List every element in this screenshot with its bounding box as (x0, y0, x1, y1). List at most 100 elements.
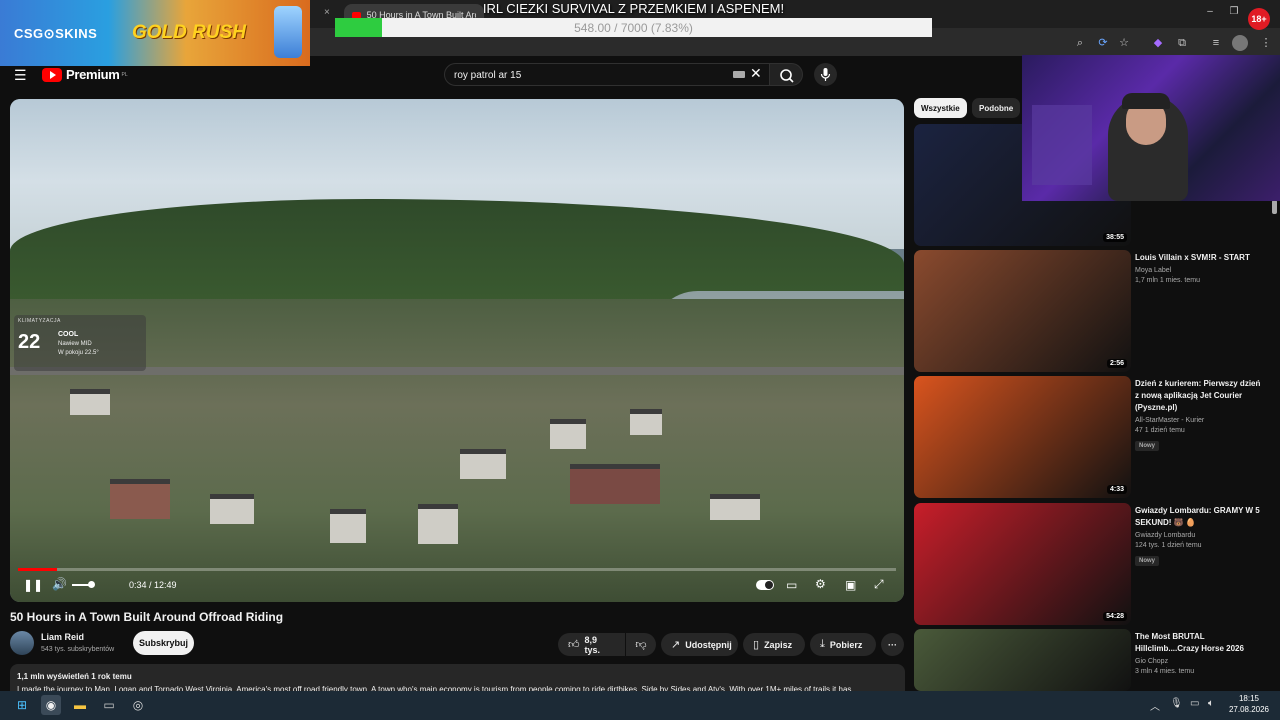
channel-name[interactable]: Liam Reid (41, 632, 84, 642)
browser-menu-icon[interactable]: ⋮ (1258, 35, 1274, 51)
description-box[interactable]: 1,1 mln wyświetleń 1 rok temu I made the… (10, 664, 905, 694)
maximize-button[interactable]: ❐ (1224, 6, 1244, 17)
chip-all[interactable]: Wszystkie (914, 98, 967, 118)
youtube-premium-logo[interactable]: Premium PL (42, 67, 128, 82)
new-badge: Nowy (1135, 556, 1160, 566)
search-icon (780, 69, 794, 83)
file-explorer-icon[interactable]: ▬ (70, 695, 90, 715)
sponsor-banner: CSG⊙SKINS GOLD RUSH (0, 0, 310, 66)
video-duration: 38:55 (1103, 233, 1127, 242)
related-video-title[interactable]: Dzień z kurierem: Pierwszy dzień z nową … (1135, 378, 1265, 414)
video-meta: Dzień z kurierem: Pierwszy dzień z nową … (1135, 378, 1265, 452)
video-meta: Louis Villain x SVM!R - START Moya Label 1… (1135, 252, 1265, 284)
related-video-title[interactable]: Louis Villain x SVM!R - START (1135, 252, 1265, 264)
related-video-card[interactable]: 54:28 Gwiazdy Lombardu: GRAMY W 5 SEKUND!… (914, 503, 1274, 625)
climate-mode: COOL (58, 331, 79, 338)
chrome-taskbar-icon[interactable]: ◉ (41, 695, 61, 715)
tray-chevron-icon[interactable]: ︿ (1150, 698, 1160, 713)
search-button[interactable] (769, 63, 803, 86)
related-video-views: 47 (1135, 427, 1143, 434)
save-button[interactable]: ▯ Zapisz (743, 633, 805, 656)
settings-gear-icon[interactable]: ⚙ (815, 577, 826, 591)
video-player[interactable]: KLIMATYZACJA 22 COOL Nawiew MID W pokoju… (10, 99, 904, 602)
related-video-channel[interactable]: All-StarMaster - Kurier (1135, 417, 1265, 424)
related-video-card[interactable]: The Most BRUTAL Hillclimb....Crazy Horse… (914, 629, 1274, 691)
goal-bar: 548.00 / 7000 (7.83%) (335, 18, 932, 37)
related-video-card[interactable]: 4:33 Dzień z kurierem: Pierwszy dzień z n… (914, 376, 1274, 498)
system-clock[interactable]: 18:15 27.08.2026 (1226, 693, 1272, 715)
search-input[interactable] (454, 67, 714, 83)
related-video-stats: 3 mln 4 mies. temu (1135, 668, 1265, 675)
related-video-age: 1 dzień temu (1161, 542, 1202, 549)
pause-icon[interactable]: ❚❚ (23, 578, 43, 592)
profile-avatar-icon[interactable] (1232, 35, 1248, 51)
speaker-icon[interactable]: 🔈︎ (1208, 698, 1214, 709)
related-video-channel[interactable]: Moya Label (1135, 267, 1265, 274)
like-button[interactable]: 👍︎ 8,9 tys. (558, 633, 625, 656)
dislike-button[interactable]: 👎︎ (626, 633, 656, 656)
download-button[interactable]: ⤓ Pobierz (810, 633, 876, 656)
translate-icon[interactable]: ⟳ (1095, 35, 1111, 51)
related-video-views: 3 mln (1135, 668, 1153, 675)
puzzle-icon[interactable]: ⧉ (1174, 35, 1190, 51)
video-thumbnail[interactable]: 2:56 (914, 250, 1131, 372)
chip-related[interactable]: Podobne (972, 98, 1021, 118)
climate-fan: Nawiew MID (58, 341, 92, 347)
extension-icon[interactable]: ◆ (1150, 35, 1166, 51)
video-thumbnail[interactable] (914, 629, 1131, 691)
more-actions-button[interactable]: ··· (881, 633, 904, 656)
bookmark-star-icon[interactable]: ☆ (1116, 35, 1132, 51)
related-video-stats: 47 1 dzień temu (1135, 427, 1265, 434)
obs-icon[interactable]: ◎ (128, 695, 148, 715)
sidebar-scrollbar[interactable] (1272, 200, 1277, 214)
miniplayer-icon[interactable]: ▣ (845, 578, 856, 592)
related-video-title[interactable]: The Most BRUTAL Hillclimb....Crazy Horse… (1135, 631, 1265, 655)
related-video-age: 1 mies. temu (1159, 277, 1200, 284)
climate-widget: KLIMATYZACJA 22 COOL Nawiew MID W pokoju… (14, 315, 146, 371)
hamburger-menu-icon[interactable]: ☰ (14, 67, 27, 84)
new-badge: Nowy (1135, 441, 1160, 451)
subtitles-icon[interactable]: ▭ (786, 578, 797, 592)
related-video-title[interactable]: Gwiazdy Lombardu: GRAMY W 5 SEKUND! 🐻 🥚 (1135, 505, 1265, 529)
microphone-icon (820, 68, 831, 81)
keyboard-icon[interactable] (733, 71, 745, 78)
tab-close-icon[interactable]: × (324, 7, 330, 18)
autoplay-toggle[interactable] (756, 580, 774, 590)
video-house (460, 449, 506, 479)
related-video-card[interactable]: 2:56 Louis Villain x SVM!R - START Moya La… (914, 250, 1274, 372)
reading-list-icon[interactable]: ≡ (1208, 35, 1224, 51)
more-icon: ··· (888, 639, 897, 650)
video-duration: 4:33 (1106, 485, 1127, 494)
age-rating-badge: 18+ (1248, 8, 1270, 30)
energy-can-icon (274, 6, 302, 58)
channel-avatar[interactable] (10, 631, 34, 655)
zoom-icon[interactable]: ⌕ (1072, 35, 1088, 51)
video-house (110, 479, 170, 519)
video-thumbnail[interactable]: 54:28 (914, 503, 1131, 625)
video-thumbnail[interactable]: 4:33 (914, 376, 1131, 498)
start-button-icon[interactable]: ⊞ (12, 695, 32, 715)
climate-temperature: 22 (18, 331, 41, 353)
volume-slider[interactable] (72, 581, 95, 588)
windows-taskbar (0, 691, 1280, 720)
related-video-age: 1 dzień temu (1144, 427, 1185, 434)
streamer-webcam (1022, 55, 1280, 201)
minimize-button[interactable]: – (1200, 6, 1220, 17)
video-meta: Gwiazdy Lombardu: GRAMY W 5 SEKUND! 🐻 🥚 G… (1135, 505, 1265, 567)
related-video-channel[interactable]: Gwiazdy Lombardu (1135, 532, 1265, 539)
search-box[interactable] (444, 63, 771, 86)
video-progress-bar[interactable] (18, 568, 896, 571)
tray-mic-icon[interactable]: 🎙︎ (1170, 698, 1183, 709)
video-house (70, 389, 110, 415)
video-house (330, 509, 366, 543)
voice-search-button[interactable] (814, 63, 837, 86)
share-button[interactable]: ↗ Udostępnij (661, 633, 738, 656)
volume-icon[interactable]: 🔊 (52, 577, 67, 591)
network-icon[interactable]: ▭ (1190, 698, 1199, 709)
webcam-cap (1122, 93, 1170, 109)
related-video-channel[interactable]: Gio Chopz (1135, 658, 1265, 665)
terminal-icon[interactable]: ▭ (99, 695, 119, 715)
fullscreen-icon[interactable]: ⤢ (874, 577, 884, 592)
subscribe-button[interactable]: Subskrybuj (133, 631, 194, 655)
clear-search-icon[interactable]: ✕ (750, 65, 762, 82)
